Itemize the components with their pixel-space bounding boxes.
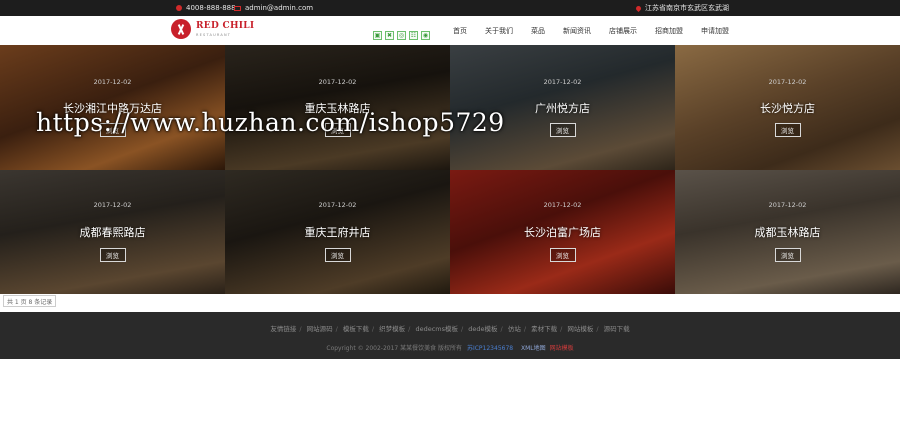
store-name[interactable]: 重庆玉林路店: [225, 100, 450, 116]
store-name[interactable]: 长沙悦方店: [675, 100, 900, 116]
address-text: 江苏省南京市玄武区玄武湖: [645, 4, 729, 12]
copyright-text: Copyright © 2002-2017 某某餐饮美食 版权所有: [326, 345, 463, 352]
footer-link[interactable]: dede模板: [468, 325, 497, 333]
store-card[interactable]: 2017-12-02 成都春熙路店 浏览: [0, 170, 225, 294]
view-button[interactable]: 浏览: [324, 248, 351, 262]
store-card[interactable]: 2017-12-02 重庆王府井店 浏览: [225, 170, 450, 294]
nav-dishes[interactable]: 菜品: [522, 26, 554, 36]
phone-contact: 4008-888-888: [176, 0, 236, 16]
pagination-info: 共 1 页 8 条记录: [3, 295, 57, 307]
logo-name: RED CHILI: [196, 21, 255, 31]
top-bar: 4008-888-888 admin@admin.com 江苏省南京市玄武区玄武…: [0, 0, 900, 16]
xml-sitemap-link[interactable]: XML地图: [521, 345, 546, 352]
store-date: 2017-12-02: [93, 78, 132, 86]
store-date: 2017-12-02: [318, 78, 357, 86]
store-grid: 2017-12-02 长沙湘江中路万达店 浏览 2017-12-02 重庆玉林路…: [0, 45, 900, 294]
email-contact[interactable]: admin@admin.com: [234, 0, 313, 16]
view-button[interactable]: 浏览: [549, 123, 576, 137]
mail-icon: [234, 5, 241, 11]
site-logo[interactable]: RED CHILI RESTAURANT: [171, 19, 261, 41]
phone-icon: [176, 5, 182, 11]
footer-link[interactable]: 素材下载: [531, 325, 557, 333]
view-button[interactable]: 浏览: [99, 123, 126, 137]
site-footer: 友情链接 / 网站源码 / 模板下载 / 织梦模板 / dedecms模板 / dede模…: [0, 312, 900, 359]
friend-links-label: 友情链接: [270, 325, 297, 333]
template-link[interactable]: 网站模板: [550, 345, 574, 352]
footer-link[interactable]: dedecms模板: [415, 325, 458, 333]
store-card[interactable]: 2017-12-02 长沙悦方店 浏览: [675, 45, 900, 170]
view-button[interactable]: 浏览: [774, 248, 801, 262]
store-date: 2017-12-02: [318, 201, 357, 209]
bookmark-icon[interactable]: ▣: [373, 31, 382, 40]
store-name[interactable]: 长沙湘江中路万达店: [0, 100, 225, 116]
qzone-icon[interactable]: ◉: [421, 31, 430, 40]
nav-franchise[interactable]: 招商加盟: [646, 26, 692, 36]
view-button[interactable]: 浏览: [549, 248, 576, 262]
store-date: 2017-12-02: [93, 201, 132, 209]
address-contact: 江苏省南京市玄武区玄武湖: [634, 0, 729, 16]
nav-apply[interactable]: 申请加盟: [692, 26, 738, 36]
tencent-icon[interactable]: ☷: [409, 31, 418, 40]
store-date: 2017-12-02: [543, 201, 582, 209]
share-bar: ▣ ✖ ◎ ☷ ◉: [373, 31, 430, 40]
store-name[interactable]: 成都春熙路店: [0, 224, 225, 240]
store-date: 2017-12-02: [543, 78, 582, 86]
view-button[interactable]: 浏览: [324, 123, 351, 137]
footer-link[interactable]: 模板下载: [343, 325, 369, 333]
store-card[interactable]: 2017-12-02 成都玉林路店 浏览: [675, 170, 900, 294]
location-pin-icon: [634, 4, 643, 12]
store-name[interactable]: 长沙泊富广场店: [450, 224, 675, 240]
wechat-icon[interactable]: ◎: [397, 31, 406, 40]
nav-about[interactable]: 关于我们: [476, 26, 522, 36]
store-date: 2017-12-02: [768, 201, 807, 209]
footer-link[interactable]: 网站源码: [307, 325, 333, 333]
site-header: RED CHILI RESTAURANT 首页 关于我们 菜品 新闻资讯 店铺展…: [0, 16, 900, 46]
nav-news[interactable]: 新闻资讯: [554, 26, 600, 36]
store-card[interactable]: 2017-12-02 广州悦方店 浏览: [450, 45, 675, 170]
weibo-icon[interactable]: ✖: [385, 31, 394, 40]
store-card[interactable]: 2017-12-02 长沙泊富广场店 浏览: [450, 170, 675, 294]
email-address[interactable]: admin@admin.com: [245, 4, 313, 12]
footer-link[interactable]: 仿站: [508, 325, 521, 333]
nav-home[interactable]: 首页: [444, 26, 476, 36]
view-button[interactable]: 浏览: [99, 248, 126, 262]
logo-tagline: RESTAURANT: [196, 33, 232, 37]
store-card[interactable]: 2017-12-02 长沙湘江中路万达店 浏览: [0, 45, 225, 170]
store-name[interactable]: 成都玉林路店: [675, 224, 900, 240]
copyright-line: Copyright © 2002-2017 某某餐饮美食 版权所有 苏ICP12…: [0, 343, 900, 352]
footer-link[interactable]: 网站模板: [567, 325, 593, 333]
nav-stores[interactable]: 店铺展示: [600, 26, 646, 36]
store-date: 2017-12-02: [768, 78, 807, 86]
friend-links: 友情链接 / 网站源码 / 模板下载 / 织梦模板 / dedecms模板 / dede模…: [270, 325, 630, 333]
footer-link[interactable]: 织梦模板: [379, 325, 405, 333]
phone-number: 4008-888-888: [186, 4, 236, 12]
main-nav: 首页 关于我们 菜品 新闻资讯 店铺展示 招商加盟 申请加盟: [444, 16, 738, 45]
store-name[interactable]: 重庆王府井店: [225, 224, 450, 240]
store-card[interactable]: 2017-12-02 重庆玉林路店 浏览: [225, 45, 450, 170]
view-button[interactable]: 浏览: [774, 123, 801, 137]
footer-link[interactable]: 源码下载: [604, 325, 630, 333]
store-name[interactable]: 广州悦方店: [450, 100, 675, 116]
icp-link[interactable]: 苏ICP12345678: [467, 345, 513, 352]
logo-badge-icon: [171, 19, 191, 39]
